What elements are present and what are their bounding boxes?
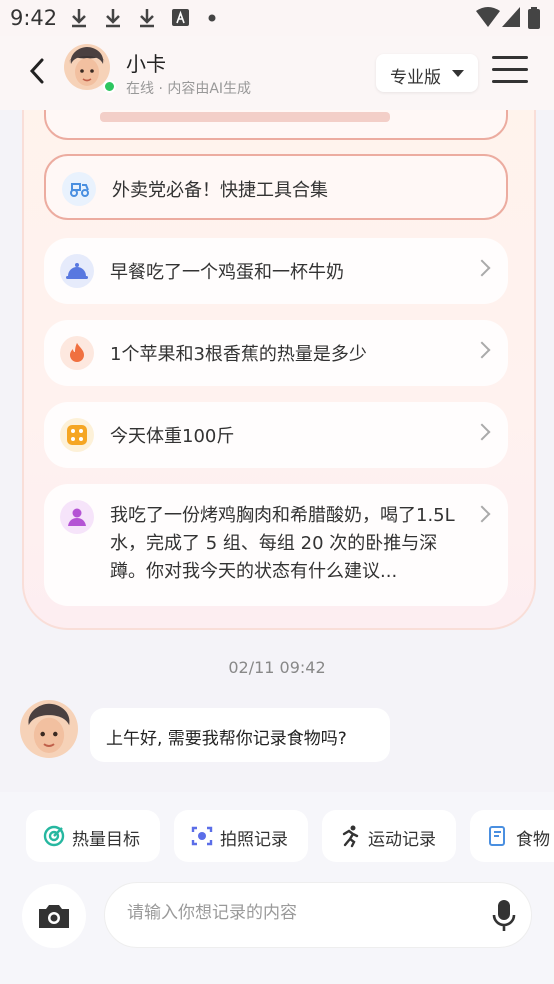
app-a-icon — [172, 9, 189, 26]
dice-icon — [60, 418, 94, 452]
camera-icon — [39, 905, 69, 928]
quick-action-food[interactable]: 食物 — [470, 810, 554, 862]
message-input-box[interactable] — [104, 882, 532, 948]
bot-message-bubble: 上午好, 需要我帮你记录食物吗? — [90, 708, 390, 762]
version-dropdown[interactable]: 专业版 — [376, 54, 478, 92]
chevron-right-icon — [473, 259, 491, 277]
suggestion-text: 今天体重100斤 — [110, 426, 235, 447]
microphone-icon[interactable] — [491, 899, 517, 933]
quick-action-label: 运动记录 — [368, 830, 436, 850]
wifi-icon — [476, 7, 500, 27]
note-icon — [489, 826, 505, 846]
target-icon — [43, 825, 65, 847]
running-icon — [342, 825, 359, 848]
suggestion-item[interactable]: 早餐吃了一个鸡蛋和一杯牛奶 — [44, 238, 508, 304]
quick-action-label: 热量目标 — [72, 830, 140, 850]
quick-action-label: 拍照记录 — [220, 830, 288, 850]
chevron-right-icon — [473, 341, 491, 359]
scooter-icon — [62, 172, 96, 206]
caret-down-icon — [452, 70, 464, 77]
suggestion-text: 外卖党必备！快捷工具合集 — [112, 180, 328, 201]
suggestion-text: 早餐吃了一个鸡蛋和一杯牛奶 — [110, 262, 344, 283]
person-icon — [60, 500, 94, 534]
status-time: 9:42 — [10, 6, 58, 30]
bot-message-text: 上午好, 需要我帮你记录食物吗? — [106, 729, 347, 749]
menu-icon — [492, 56, 528, 59]
food-cover-icon — [60, 254, 94, 288]
quick-action-photo-record[interactable]: 拍照记录 — [174, 810, 308, 862]
flame-icon — [60, 336, 94, 370]
contact-name: 小卡 — [126, 52, 166, 76]
menu-icon-line — [492, 80, 528, 83]
status-bar: 9:42 — [0, 0, 554, 36]
chevron-right-icon — [473, 505, 491, 523]
suggestion-item[interactable]: 我吃了一份烤鸡胸肉和希腊酸奶，喝了1.5L水，完成了 5 组、每组 20 次的卧… — [44, 484, 508, 606]
chevron-right-icon — [473, 423, 491, 441]
suggestion-item[interactable]: 今天体重100斤 — [44, 402, 508, 468]
quick-action-calorie-goal[interactable]: 热量目标 — [26, 810, 160, 862]
camera-button[interactable] — [22, 884, 86, 948]
menu-icon-line — [492, 68, 528, 71]
download-icon — [140, 9, 154, 28]
message-input[interactable] — [125, 902, 469, 924]
menu-button[interactable] — [492, 56, 528, 86]
bot-avatar[interactable] — [20, 700, 78, 758]
truncated-text — [100, 112, 390, 122]
back-arrow-icon[interactable] — [24, 54, 54, 88]
suggestion-item[interactable]: 1个苹果和3根香蕉的热量是多少 — [44, 320, 508, 386]
online-status-dot — [103, 80, 116, 93]
download-icon — [106, 9, 120, 28]
quick-action-exercise-record[interactable]: 运动记录 — [322, 810, 456, 862]
message-timestamp: 02/11 09:42 — [228, 658, 326, 677]
chat-header: 小卡 在线 · 内容由AI生成 专业版 — [0, 36, 554, 110]
download-icon — [72, 9, 86, 28]
suggestion-text: 我吃了一份烤鸡胸肉和希腊酸奶，喝了1.5L水，完成了 5 组、每组 20 次的卧… — [110, 505, 455, 582]
dot-icon — [208, 14, 216, 22]
contact-status: 在线 · 内容由AI生成 — [126, 81, 252, 97]
composer-area: 热量目标 拍照记录 运动记录 食物 — [0, 792, 554, 984]
quick-action-label: 食物 — [516, 830, 550, 850]
battery-icon — [528, 7, 540, 29]
signal-icon — [502, 7, 520, 27]
suggestion-item[interactable]: 外卖党必备！快捷工具合集 — [44, 154, 508, 220]
suggestion-text: 1个苹果和3根香蕉的热量是多少 — [110, 344, 367, 365]
scan-camera-icon — [191, 826, 213, 846]
version-label: 专业版 — [390, 68, 441, 88]
